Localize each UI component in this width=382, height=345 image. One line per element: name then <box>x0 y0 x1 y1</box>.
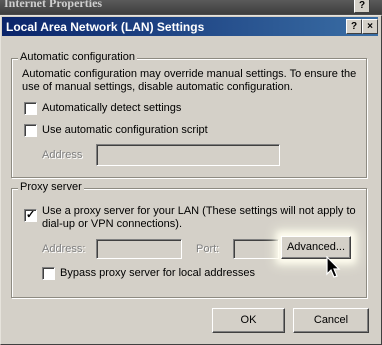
dialog-titlebar: Local Area Network (LAN) Settings ? × <box>2 17 378 36</box>
background-window-title: Internet Properties <box>4 0 103 10</box>
help-button[interactable]: ? <box>346 19 362 34</box>
automatic-configuration-group: Automatic configuration Automatic config… <box>11 51 367 178</box>
proxy-port-input[interactable] <box>233 239 279 259</box>
close-button[interactable]: × <box>362 19 378 34</box>
proxy-server-legend: Proxy server <box>18 181 84 193</box>
automatic-configuration-description: Automatic configuration may override man… <box>22 68 357 93</box>
script-address-label: Address <box>42 149 83 161</box>
automatically-detect-label[interactable]: Automatically detect settings <box>42 102 181 114</box>
arrow-cursor-icon <box>326 256 341 278</box>
use-proxy-checkbox[interactable]: ✓ <box>24 209 37 222</box>
script-address-input[interactable] <box>96 144 280 166</box>
proxy-address-label: Address: <box>42 243 86 255</box>
use-proxy-label[interactable]: Use a proxy server for your LAN (These s… <box>42 205 362 231</box>
ok-button[interactable]: OK <box>212 308 285 333</box>
dialog-title: Local Area Network (LAN) Settings <box>6 20 205 34</box>
background-window-titlebar: Internet Properties ? <box>0 0 382 14</box>
bypass-local-label[interactable]: Bypass proxy server for local addresses <box>60 267 255 279</box>
proxy-address-input[interactable] <box>96 239 182 259</box>
lan-settings-dialog: Local Area Network (LAN) Settings ? × Au… <box>0 15 382 345</box>
automatic-script-label[interactable]: Use automatic configuration script <box>42 124 208 136</box>
cancel-button[interactable]: Cancel <box>293 308 369 333</box>
background-help-button[interactable]: ? <box>354 0 370 13</box>
checkmark-icon: ✓ <box>26 209 36 221</box>
automatic-configuration-legend: Automatic configuration <box>18 51 137 63</box>
proxy-port-label: Port: <box>196 243 220 255</box>
automatically-detect-checkbox[interactable] <box>24 102 37 115</box>
bypass-local-checkbox[interactable] <box>42 267 55 280</box>
automatic-script-checkbox[interactable] <box>24 124 37 137</box>
